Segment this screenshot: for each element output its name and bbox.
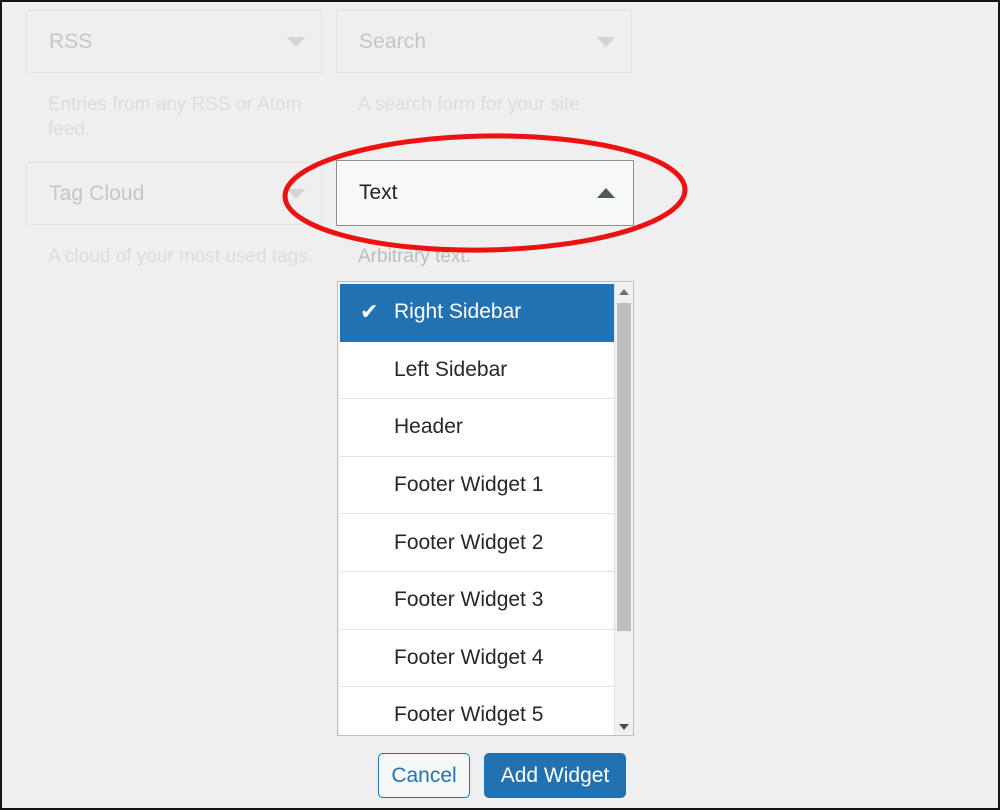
widget-card-description-search: A search form for your site. [358,94,586,115]
modal-action-bar: Cancel Add Widget [2,753,998,798]
widget-card-description-rss: Entries from any RSS or Atom feed. [48,94,302,140]
option-label: Footer Widget 2 [394,530,544,554]
text-widget-select-value: Text [359,181,398,204]
option-label: Footer Widget 4 [394,645,544,669]
check-icon-placeholder: ✔ [360,532,394,554]
option-label: Footer Widget 1 [394,473,544,497]
caret-down-icon [287,188,305,199]
sidebar-select-option-right-sidebar[interactable]: ✔ Right Sidebar [340,284,616,342]
widget-card-search[interactable]: Search [336,10,632,73]
option-label: Footer Widget 3 [394,588,544,612]
check-icon-placeholder: ✔ [360,647,394,669]
option-label: Right Sidebar [394,300,522,324]
sidebar-select-dropdown[interactable]: ✔ Right Sidebar ✔ Left Sidebar ✔ Header … [337,281,634,736]
caret-down-icon [597,36,615,47]
widget-card-description-tag-cloud: A cloud of your most used tags. [48,246,314,267]
scroll-down-arrow-icon[interactable] [615,718,633,735]
check-icon-placeholder: ✔ [360,359,394,381]
sidebar-select-option-footer-widget-5[interactable]: ✔ Footer Widget 5 [340,687,616,735]
check-icon-placeholder: ✔ [360,589,394,611]
option-label: Header [394,415,463,439]
sidebar-select-option-scroll: ✔ Right Sidebar ✔ Left Sidebar ✔ Header … [340,284,616,735]
caret-up-icon [597,188,615,198]
text-widget-select-button[interactable]: Text [336,160,634,226]
widget-card-description-text: Arbitrary text. [358,246,471,267]
add-widget-button[interactable]: Add Widget [484,753,626,798]
scroll-up-arrow-icon[interactable] [615,283,633,301]
caret-down-icon [287,36,305,47]
check-icon: ✔ [360,299,379,325]
widget-card-label: Search [359,29,427,53]
option-label: Footer Widget 5 [394,703,544,727]
cancel-button[interactable]: Cancel [378,753,470,798]
check-icon-placeholder: ✔ [360,416,394,438]
screenshot-frame: RSS Entries from any RSS or Atom feed. S… [0,0,1000,810]
widget-card-rss[interactable]: RSS [26,10,322,73]
sidebar-select-option-left-sidebar[interactable]: ✔ Left Sidebar [340,342,616,400]
sidebar-select-option-footer-widget-3[interactable]: ✔ Footer Widget 3 [340,572,616,630]
widget-card-label: Tag Cloud [49,181,145,205]
check-icon-placeholder: ✔ [360,704,394,726]
sidebar-select-option-footer-widget-2[interactable]: ✔ Footer Widget 2 [340,514,616,572]
dropdown-scrollbar[interactable] [614,283,633,735]
sidebar-select-option-header[interactable]: ✔ Header [340,399,616,457]
sidebar-select-option-footer-widget-1[interactable]: ✔ Footer Widget 1 [340,457,616,515]
scrollbar-thumb[interactable] [617,303,631,631]
sidebar-select-option-footer-widget-4[interactable]: ✔ Footer Widget 4 [340,630,616,688]
widget-card-tag-cloud[interactable]: Tag Cloud [26,162,322,225]
widget-card-label: RSS [49,29,93,53]
check-icon-placeholder: ✔ [360,474,394,496]
option-label: Left Sidebar [394,357,508,381]
